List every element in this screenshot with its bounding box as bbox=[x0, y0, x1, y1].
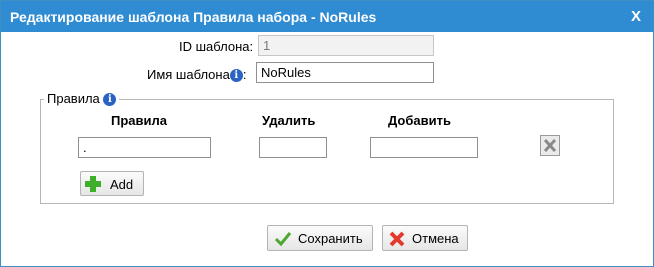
template-name-label-group: Имя шаблона i: bbox=[147, 67, 246, 82]
save-button-label: Сохранить bbox=[298, 231, 363, 246]
column-header-delete: Удалить bbox=[262, 113, 316, 128]
rules-legend: Правила i bbox=[44, 91, 120, 106]
cancel-button-label: Отмена bbox=[412, 231, 459, 246]
rule-add-input[interactable] bbox=[370, 137, 478, 158]
rules-legend-label: Правила bbox=[47, 91, 100, 106]
column-header-rules: Правила bbox=[111, 113, 167, 128]
save-button[interactable]: Сохранить bbox=[267, 225, 373, 251]
info-icon[interactable]: i bbox=[103, 93, 117, 106]
checkmark-icon bbox=[274, 232, 292, 247]
dialog-title: Редактирование шаблона Правила набора - … bbox=[10, 9, 377, 25]
template-id-label: ID шаблона: bbox=[179, 39, 254, 54]
edit-dial-rule-template-dialog: Редактирование шаблона Правила набора - … bbox=[0, 0, 654, 267]
rule-delete-input[interactable] bbox=[259, 137, 327, 158]
dialog-titlebar: Редактирование шаблона Правила набора - … bbox=[1, 1, 653, 32]
column-header-add: Добавить bbox=[388, 113, 451, 128]
add-rule-button-label: Add bbox=[110, 177, 134, 192]
rule-pattern-input[interactable] bbox=[78, 137, 211, 158]
close-button[interactable]: X bbox=[631, 8, 641, 25]
delete-row-icon bbox=[543, 138, 557, 153]
info-icon[interactable]: i bbox=[229, 69, 243, 82]
template-name-field[interactable] bbox=[256, 62, 434, 83]
template-name-label: Имя шаблона bbox=[147, 67, 230, 82]
template-id-field bbox=[258, 35, 434, 56]
delete-row-button[interactable] bbox=[540, 135, 560, 156]
plus-icon bbox=[85, 176, 101, 192]
cancel-button[interactable]: Отмена bbox=[382, 225, 468, 251]
red-x-icon bbox=[389, 231, 405, 247]
add-rule-button[interactable]: Add bbox=[80, 171, 144, 196]
template-name-colon: : bbox=[242, 67, 247, 82]
